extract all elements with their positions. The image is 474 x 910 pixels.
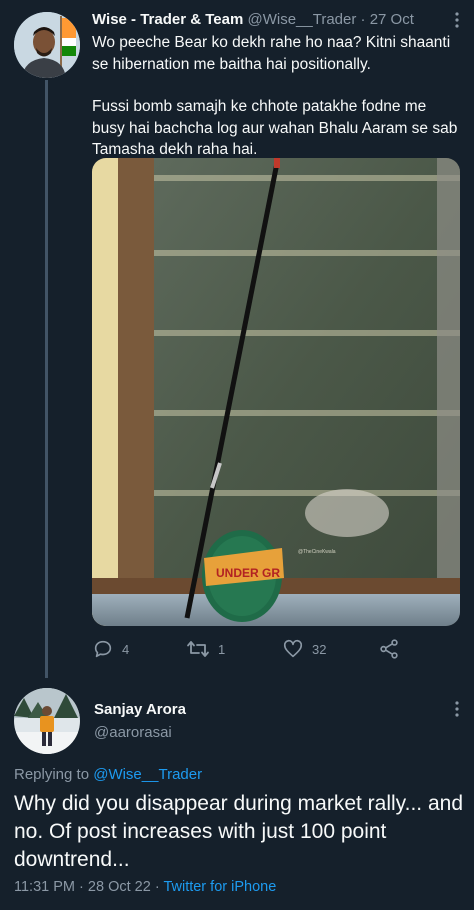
more-options-icon[interactable] — [449, 701, 465, 721]
display-name[interactable]: Sanjay Arora — [94, 701, 186, 718]
like-count: 32 — [312, 641, 327, 657]
reply-button[interactable]: 4 — [92, 638, 129, 660]
separator-dot: · — [154, 879, 160, 895]
separator-dot: · — [360, 11, 366, 28]
reply-icon — [94, 640, 112, 658]
tweet-metadata: 11:31 PM · 28 Oct 22 · Twitter for iPhon… — [14, 879, 276, 895]
retweet-icon — [187, 641, 209, 657]
tweet-paragraph: Fussi bomb samajh ke chhote patakhe fodn… — [92, 98, 458, 158]
image-label-text: UNDER GR — [216, 566, 280, 580]
display-name[interactable]: Wise - Trader & Team — [92, 11, 243, 28]
tweet-header: Wise - Trader & Team @Wise__Trader · 27 … — [92, 10, 414, 30]
replying-to: Replying to @Wise__Trader — [14, 766, 202, 783]
heart-icon — [283, 639, 303, 658]
share-button[interactable] — [378, 638, 400, 660]
tweet-text: Why did you disappear during market rall… — [14, 792, 463, 871]
avatar[interactable] — [14, 688, 80, 754]
tweet-paragraph: Wo peeche Bear ko dekh rahe ho naa? Kitn… — [92, 34, 451, 73]
like-button[interactable]: 32 — [282, 638, 326, 660]
retweet-button[interactable]: 1 — [186, 638, 225, 660]
tweet-image[interactable]: UNDER GR @TheCineKwala — [92, 158, 460, 626]
tweet-time[interactable]: 11:31 PM — [14, 879, 75, 895]
separator-dot: · — [79, 879, 84, 895]
user-handle[interactable]: @aarorasai — [94, 724, 172, 741]
tweet-source-link[interactable]: Twitter for iPhone — [163, 879, 276, 895]
user-handle[interactable]: @Wise__Trader — [247, 11, 356, 28]
tweet-date[interactable]: 27 Oct — [370, 11, 414, 28]
share-icon — [380, 639, 398, 659]
tweet-actions: 4 1 32 — [92, 638, 460, 664]
retweet-count: 1 — [218, 641, 226, 657]
thread-connector-line — [45, 80, 48, 678]
more-options-icon[interactable] — [449, 12, 465, 32]
reply-count: 4 — [122, 641, 130, 657]
avatar[interactable] — [14, 12, 80, 78]
replying-to-handle-link[interactable]: @Wise__Trader — [93, 766, 202, 783]
tweet-date[interactable]: 28 Oct 22 — [88, 879, 151, 895]
image-watermark: @TheCineKwala — [298, 549, 336, 555]
replying-to-prefix: Replying to — [14, 766, 90, 783]
